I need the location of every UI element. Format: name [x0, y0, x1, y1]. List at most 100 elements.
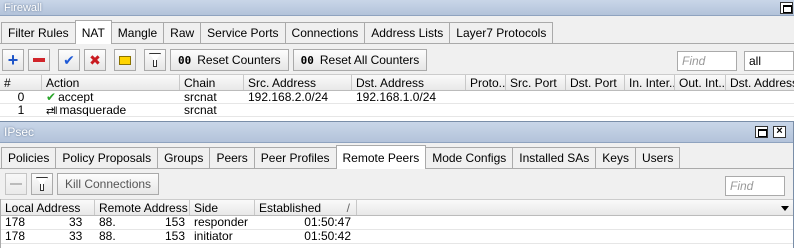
tab-nat[interactable]: NAT: [74, 20, 112, 44]
tab-peers[interactable]: Peers: [209, 147, 255, 168]
ipsec-tabs: Policies Policy Proposals Groups Peers P…: [0, 143, 793, 169]
tab-users[interactable]: Users: [634, 147, 681, 168]
col-chain[interactable]: Chain: [180, 75, 244, 90]
row-action-label: accept: [58, 91, 94, 103]
comment-icon: [119, 55, 131, 65]
ipsec-toolbar: Kill Connections Find: [0, 170, 793, 198]
ipsec-filter-button[interactable]: [31, 173, 53, 195]
reset-all-counters-button[interactable]: 00 Reset All Counters: [292, 49, 428, 71]
ipsec-close-button[interactable]: ×: [773, 126, 786, 138]
filter-icon: [149, 53, 161, 67]
row-established: 01:50:47: [304, 216, 351, 229]
row-src-address: 192.168.2.0/24: [248, 91, 329, 103]
row-established: 01:50:42: [304, 230, 351, 243]
firewall-find-input[interactable]: Find: [677, 51, 737, 71]
col-src-address[interactable]: Src. Address: [244, 75, 352, 90]
col-src-port[interactable]: Src. Port: [506, 75, 566, 90]
col-action[interactable]: Action: [42, 75, 180, 90]
col-established[interactable]: Established /: [255, 200, 357, 215]
ipsec-title: IPsec: [4, 125, 35, 139]
filter-button[interactable]: [144, 49, 166, 71]
col-out-interface[interactable]: Out. Int...: [675, 75, 726, 90]
reset-counters-label: Reset Counters: [197, 53, 281, 67]
ipsec-titlebar[interactable]: IPsec ×: [0, 122, 793, 143]
col-remote-address[interactable]: Remote Address: [95, 200, 190, 215]
disable-button[interactable]: ✖: [84, 49, 106, 71]
row-remote-address: 88. 153: [99, 230, 186, 243]
table-row[interactable]: 178 33 88. 153 initiator 01:50:42: [1, 230, 793, 244]
kill-connections-button[interactable]: Kill Connections: [57, 173, 160, 195]
row-side: initiator: [194, 230, 233, 243]
x-icon: ✖: [89, 51, 101, 68]
filter-icon: [36, 177, 48, 191]
masquerade-icon: ⇄‖: [46, 106, 57, 116]
row-side: responder: [194, 216, 249, 229]
row-action: ⇄‖ masquerade: [42, 104, 180, 116]
row-local-address: 178 33: [5, 216, 83, 229]
row-remote-address: 88. 153: [99, 216, 186, 229]
ipsec-window: IPsec × Policies Policy Proposals Groups…: [0, 121, 794, 248]
row-action-label: masquerade: [59, 104, 127, 116]
plus-icon: +: [7, 50, 19, 70]
row-dst-address: 192.168.1.0/24: [356, 91, 437, 103]
columns-menu-icon[interactable]: [781, 206, 789, 211]
firewall-maximize-button[interactable]: [780, 2, 793, 14]
ipsec-find-input[interactable]: Find: [725, 176, 785, 196]
col-num[interactable]: #: [0, 75, 42, 90]
col-dst-port[interactable]: Dst. Port: [566, 75, 625, 90]
row-dst-address: [352, 104, 466, 116]
col-local-address[interactable]: Local Address: [1, 200, 95, 215]
firewall-tabs: Filter Rules NAT Mangle Raw Service Port…: [0, 20, 794, 44]
col-spacer: [357, 200, 793, 215]
col-in-interface[interactable]: In. Inter...: [625, 75, 675, 90]
tab-remote-peers[interactable]: Remote Peers: [335, 145, 427, 169]
table-row[interactable]: 1 ⇄‖ masquerade srcnat: [0, 104, 794, 117]
tab-policy-proposals[interactable]: Policy Proposals: [55, 147, 159, 168]
col-side[interactable]: Side: [190, 200, 255, 215]
tab-address-lists[interactable]: Address Lists: [364, 22, 451, 43]
col-established-label: Established: [259, 201, 322, 215]
firewall-filter-select[interactable]: all: [744, 51, 794, 71]
tab-connections[interactable]: Connections: [284, 22, 366, 43]
tab-layer7-protocols[interactable]: Layer7 Protocols: [449, 22, 554, 43]
add-button[interactable]: +: [2, 49, 24, 71]
ipsec-maximize-button[interactable]: [755, 126, 768, 138]
col-protocol[interactable]: Proto...: [466, 75, 506, 90]
reset-counters-button[interactable]: 00 Reset Counters: [170, 49, 289, 71]
row-chain: srcnat: [184, 91, 217, 103]
tab-keys[interactable]: Keys: [595, 147, 636, 168]
col-dst-address[interactable]: Dst. Address: [352, 75, 466, 90]
tab-policies[interactable]: Policies: [1, 147, 57, 168]
remove-peer-button[interactable]: [5, 173, 27, 195]
tab-service-ports[interactable]: Service Ports: [200, 22, 286, 43]
tab-mode-configs[interactable]: Mode Configs: [425, 147, 514, 168]
tab-groups[interactable]: Groups: [157, 147, 211, 168]
row-src-address: [244, 104, 352, 116]
table-row[interactable]: 178 33 88. 153 responder 01:50:47: [1, 216, 793, 230]
sort-indicator-icon: /: [346, 201, 350, 215]
row-number: 1: [17, 104, 25, 116]
enable-button[interactable]: ✔: [58, 49, 80, 71]
tab-raw[interactable]: Raw: [163, 22, 202, 43]
row-chain: srcnat: [184, 104, 217, 116]
counter-icon: 00: [178, 53, 192, 67]
row-local-address: 178 33: [5, 230, 83, 243]
firewall-titlebar[interactable]: Firewall: [0, 0, 794, 16]
nat-table-header: # Action Chain Src. Address Dst. Address…: [0, 74, 794, 91]
check-icon: ✔: [63, 51, 75, 68]
row-number: 0: [17, 91, 25, 103]
tab-installed-sas[interactable]: Installed SAs: [512, 147, 597, 168]
tab-peer-profiles[interactable]: Peer Profiles: [253, 147, 337, 168]
tab-mangle[interactable]: Mangle: [110, 22, 165, 43]
comment-button[interactable]: [114, 49, 136, 71]
accept-icon: ✔: [46, 91, 57, 103]
firewall-title: Firewall: [4, 1, 42, 14]
remote-peers-table: Local Address Remote Address Side Establ…: [0, 199, 793, 248]
minus-icon: [33, 58, 45, 62]
remote-peers-header: Local Address Remote Address Side Establ…: [1, 199, 793, 216]
table-row[interactable]: 0 ✔ accept srcnat 192.168.2.0/24 192.168.…: [0, 91, 794, 104]
col-dst-address-2[interactable]: Dst. Address: [726, 75, 794, 90]
tab-filter-rules[interactable]: Filter Rules: [1, 22, 76, 43]
counter-all-icon: 00: [300, 53, 314, 67]
remove-button[interactable]: [28, 49, 50, 71]
